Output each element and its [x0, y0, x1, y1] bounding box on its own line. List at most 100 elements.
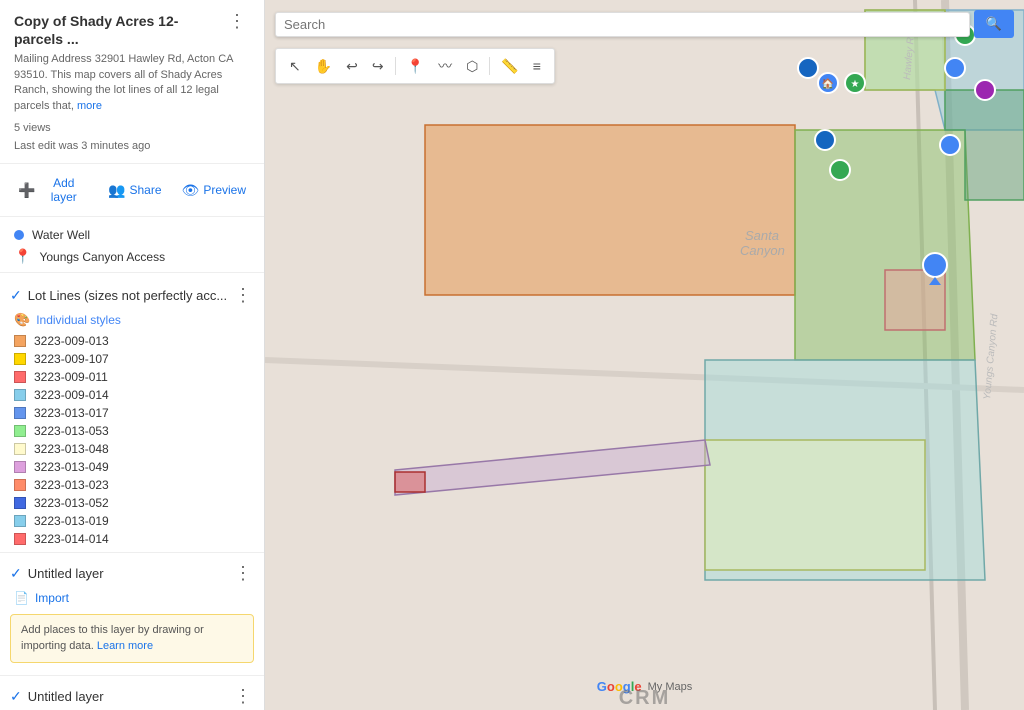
map-meta: 5 views Last edit was 3 minutes ago [14, 120, 250, 155]
parcel-item[interactable]: 3223-013-052 [0, 494, 264, 512]
parcel-id: 3223-013-048 [34, 442, 109, 456]
parcel-item[interactable]: 3223-009-011 [0, 368, 264, 386]
parcel-color-swatch [14, 407, 26, 419]
parcel-id: 3223-009-013 [34, 334, 109, 348]
parcel-item[interactable]: 3223-013-023 [0, 476, 264, 494]
toolbar-separator-1 [395, 57, 396, 75]
parcel-item[interactable]: 3223-014-014 [0, 530, 264, 548]
parcel-id: 3223-009-107 [34, 352, 109, 366]
youngs-canyon-icon: 📍 [14, 248, 31, 265]
parcel-id: 3223-013-019 [34, 514, 109, 528]
share-icon: 👥 [108, 182, 125, 199]
parcel-color-swatch [14, 443, 26, 455]
parcel-color-swatch [14, 479, 26, 491]
import-link[interactable]: 📄 Import [0, 588, 264, 608]
parcel-color-swatch [14, 515, 26, 527]
more-link[interactable]: more [77, 100, 102, 112]
undo-button[interactable]: ↩ [341, 55, 363, 78]
parcel-color-swatch [14, 371, 26, 383]
lot-lines-name: Lot Lines (sizes not perfectly acc... [28, 288, 227, 303]
parcel-item[interactable]: 3223-009-013 [0, 332, 264, 350]
add-layer-icon: ➕ [18, 182, 35, 199]
parcel-id: 3223-013-023 [34, 478, 109, 492]
svg-text:Santa: Santa [745, 228, 779, 243]
parcel-item[interactable]: 3223-013-019 [0, 512, 264, 530]
cursor-tool-button[interactable]: ↖ [284, 55, 306, 78]
lot-lines-check-icon: ✓ [10, 287, 22, 304]
more-tools-button[interactable]: ≡ [528, 55, 546, 77]
untitled-layer-2-section: ✓ Untitled layer ⋮ [0, 676, 264, 710]
search-button[interactable]: 🔍 [974, 10, 1014, 38]
parcel-item[interactable]: 3223-009-014 [0, 386, 264, 404]
search-input-wrap [275, 12, 970, 37]
parcel-color-swatch [14, 497, 26, 509]
shape-tool-button[interactable]: ⬡ [461, 55, 483, 78]
parcel-id: 3223-013-053 [34, 424, 109, 438]
parcel-item[interactable]: 3223-013-048 [0, 440, 264, 458]
simple-items-section: Water Well 📍 Youngs Canyon Access [0, 217, 264, 273]
parcel-id: 3223-009-011 [34, 370, 108, 384]
parcel-item[interactable]: 3223-013-053 [0, 422, 264, 440]
lot-lines-section: ✓ Lot Lines (sizes not perfectly acc... … [0, 273, 264, 553]
parcel-color-swatch [14, 461, 26, 473]
parcel-color-swatch [14, 533, 26, 545]
lot-lines-header: ✓ Lot Lines (sizes not perfectly acc... … [0, 281, 264, 310]
svg-text:🏠: 🏠 [822, 78, 834, 90]
parcel-item[interactable]: 3223-013-017 [0, 404, 264, 422]
parcel-color-swatch [14, 389, 26, 401]
map-title-section: Copy of Shady Acres 12- parcels ... ⋮ Ma… [0, 0, 264, 164]
parcel-list: 3223-009-013 3223-009-107 3223-009-011 3… [0, 332, 264, 548]
search-input[interactable] [284, 17, 961, 32]
water-well-icon [14, 230, 24, 240]
add-places-note: Add places to this layer by drawing or i… [10, 614, 254, 663]
learn-more-link[interactable]: Learn more [97, 640, 153, 652]
map-more-button[interactable]: ⋮ [224, 12, 250, 30]
untitled-2-menu-button[interactable]: ⋮ [232, 686, 254, 707]
untitled-layer-2-header: ✓ Untitled layer ⋮ [0, 682, 264, 710]
line-tool-button[interactable]: 〰 [433, 53, 457, 79]
untitled-layer-2-name: Untitled layer [28, 689, 104, 704]
sidebar: Copy of Shady Acres 12- parcels ... ⋮ Ma… [0, 0, 265, 710]
pin-tool-button[interactable]: 📍 [402, 55, 429, 78]
parcel-id: 3223-013-052 [34, 496, 109, 510]
map-svg: Santa Canyon Youngs Canyon Rd Hawley Rd … [265, 0, 1024, 710]
untitled-layer-1-section: ✓ Untitled layer ⋮ 📄 Import Add places t… [0, 553, 264, 676]
svg-text:★: ★ [851, 79, 860, 90]
individual-styles-item[interactable]: 🎨 Individual styles [0, 310, 264, 332]
crm-watermark: CRM [619, 687, 671, 710]
parcel-item[interactable]: 3223-013-049 [0, 458, 264, 476]
add-layer-button[interactable]: ➕ Add layer [12, 172, 94, 208]
style-icon: 🎨 [14, 312, 30, 328]
untitled-layer-1-header: ✓ Untitled layer ⋮ [0, 559, 264, 588]
map-description: Mailing Address 32901 Hawley Rd, Acton C… [14, 52, 250, 114]
parcel-id: 3223-009-014 [34, 388, 109, 402]
untitled-1-menu-button[interactable]: ⋮ [232, 563, 254, 584]
parcel-id: 3223-013-017 [34, 406, 109, 420]
lot-lines-menu-button[interactable]: ⋮ [232, 285, 254, 306]
views-count: 5 views [14, 120, 250, 138]
share-button[interactable]: 👥 Share [102, 178, 167, 203]
hand-tool-button[interactable]: ✋ [310, 55, 337, 78]
water-well-item[interactable]: Water Well [0, 225, 264, 245]
parcel-item[interactable]: 3223-009-107 [0, 350, 264, 368]
parcel-id: 3223-014-014 [34, 532, 109, 546]
map-search-bar: 🔍 [275, 10, 1014, 38]
map-title: Copy of Shady Acres 12- parcels ... [14, 12, 224, 48]
parcel-color-swatch [14, 425, 26, 437]
parcel-color-swatch [14, 335, 26, 347]
measure-tool-button[interactable]: 📏 [496, 55, 523, 78]
parcel-id: 3223-013-049 [34, 460, 109, 474]
last-edit: Last edit was 3 minutes ago [14, 138, 250, 156]
untitled-2-check-icon: ✓ [10, 688, 22, 705]
parcel-color-swatch [14, 353, 26, 365]
toolbar-separator-2 [489, 57, 490, 75]
app: Copy of Shady Acres 12- parcels ... ⋮ Ma… [0, 0, 1024, 710]
untitled-1-check-icon: ✓ [10, 565, 22, 582]
svg-text:Canyon: Canyon [740, 243, 785, 258]
redo-button[interactable]: ↪ [367, 55, 389, 78]
import-icon: 📄 [14, 591, 29, 605]
sidebar-toolbar: ➕ Add layer 👥 Share 👁 Preview [0, 164, 264, 217]
youngs-canyon-item[interactable]: 📍 Youngs Canyon Access [0, 245, 264, 268]
map-toolbar: ↖ ✋ ↩ ↪ 📍 〰 ⬡ 📏 ≡ [275, 48, 555, 84]
preview-button[interactable]: 👁 Preview [176, 178, 252, 203]
